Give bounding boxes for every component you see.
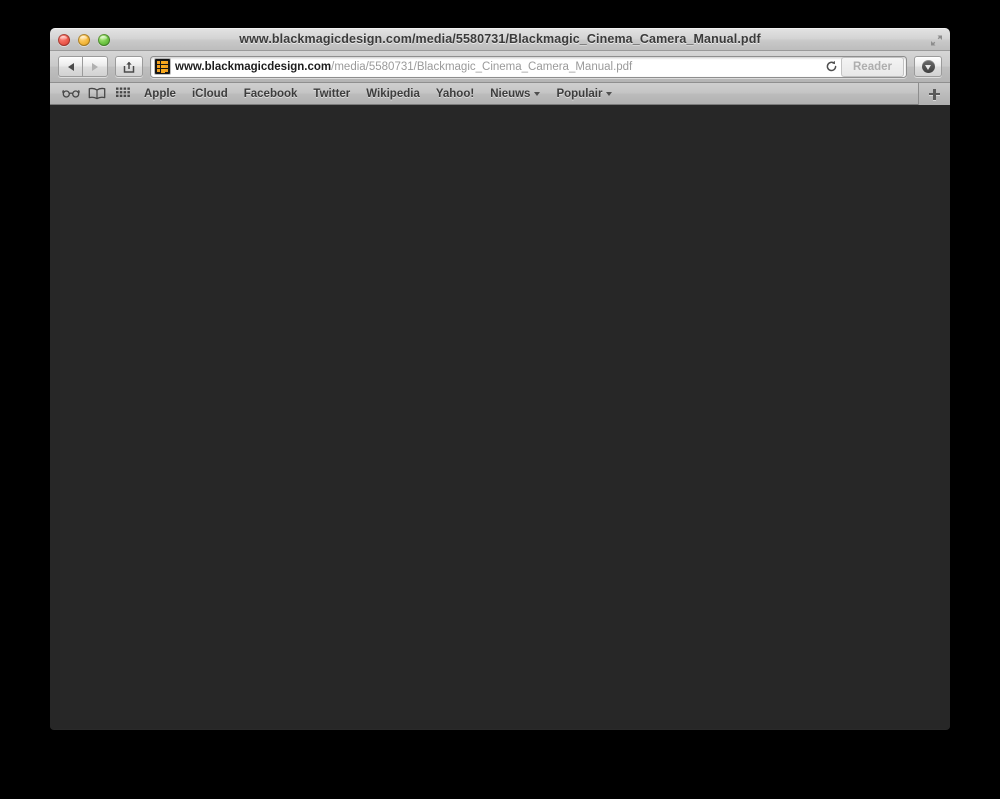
bookmarks-bar: Apple iCloud Facebook Twitter Wikipedia … xyxy=(50,83,950,105)
bookmark-folder-nieuws[interactable]: Nieuws xyxy=(482,85,548,103)
address-bar-text: www.blackmagicdesign.com/media/5580731/B… xyxy=(175,58,821,76)
reading-list-glasses-icon[interactable] xyxy=(58,85,84,103)
safari-browser-window: www.blackmagicdesign.com/media/5580731/B… xyxy=(50,28,950,730)
address-path: /media/5580731/Blackmagic_Cinema_Camera_… xyxy=(331,60,633,73)
close-window-button[interactable] xyxy=(58,34,70,46)
bookmark-label: Apple xyxy=(144,87,176,100)
browser-toolbar: www.blackmagicdesign.com/media/5580731/B… xyxy=(50,51,950,83)
window-controls xyxy=(58,34,110,46)
share-icon xyxy=(123,61,135,73)
navigation-button-group xyxy=(58,56,108,77)
bookmark-folder-populair[interactable]: Populair xyxy=(548,85,620,103)
chevron-down-icon xyxy=(606,92,613,96)
downloads-button[interactable] xyxy=(914,56,942,77)
zoom-window-button[interactable] xyxy=(98,34,110,46)
bookmark-twitter[interactable]: Twitter xyxy=(305,85,358,103)
address-host: www.blackmagicdesign.com xyxy=(175,60,332,73)
window-title: www.blackmagicdesign.com/media/5580731/B… xyxy=(239,32,761,46)
bookmarks-book-icon[interactable] xyxy=(84,85,110,103)
bookmark-label: Wikipedia xyxy=(366,87,420,100)
bookmark-label: Nieuws xyxy=(490,87,531,100)
share-button[interactable] xyxy=(115,56,143,77)
bookmark-yahoo[interactable]: Yahoo! xyxy=(428,85,482,103)
forward-arrow-icon xyxy=(92,62,98,71)
bookmark-label: iCloud xyxy=(191,87,228,100)
minimize-window-button[interactable] xyxy=(78,34,90,46)
blackmagic-film-strip-icon xyxy=(155,59,170,74)
top-sites-grid-icon[interactable] xyxy=(110,85,136,103)
pdf-viewer-content[interactable] xyxy=(50,105,950,729)
bookmark-label: Twitter xyxy=(313,87,351,100)
desktop-background: www.blackmagicdesign.com/media/5580731/B… xyxy=(0,0,1000,799)
back-arrow-icon xyxy=(67,62,74,71)
download-arrow-icon xyxy=(921,60,935,73)
window-titlebar: www.blackmagicdesign.com/media/5580731/B… xyxy=(50,28,950,51)
bookmark-icloud[interactable]: iCloud xyxy=(184,85,236,103)
new-tab-button[interactable] xyxy=(918,83,950,105)
fullscreen-icon[interactable] xyxy=(929,33,944,48)
bookmark-facebook[interactable]: Facebook xyxy=(236,85,306,103)
chevron-down-icon xyxy=(534,92,541,96)
bookmark-apple[interactable]: Apple xyxy=(136,85,184,103)
reload-icon xyxy=(826,60,836,72)
bookmark-wikipedia[interactable]: Wikipedia xyxy=(358,85,428,103)
bookmark-label: Populair xyxy=(556,87,603,100)
reader-button[interactable]: Reader xyxy=(841,56,904,77)
back-button[interactable] xyxy=(58,56,83,77)
reload-button[interactable] xyxy=(821,57,841,77)
address-bar[interactable]: www.blackmagicdesign.com/media/5580731/B… xyxy=(150,55,907,78)
forward-button[interactable] xyxy=(83,56,108,77)
bookmark-label: Facebook xyxy=(243,87,298,100)
bookmark-label: Yahoo! xyxy=(435,87,475,100)
